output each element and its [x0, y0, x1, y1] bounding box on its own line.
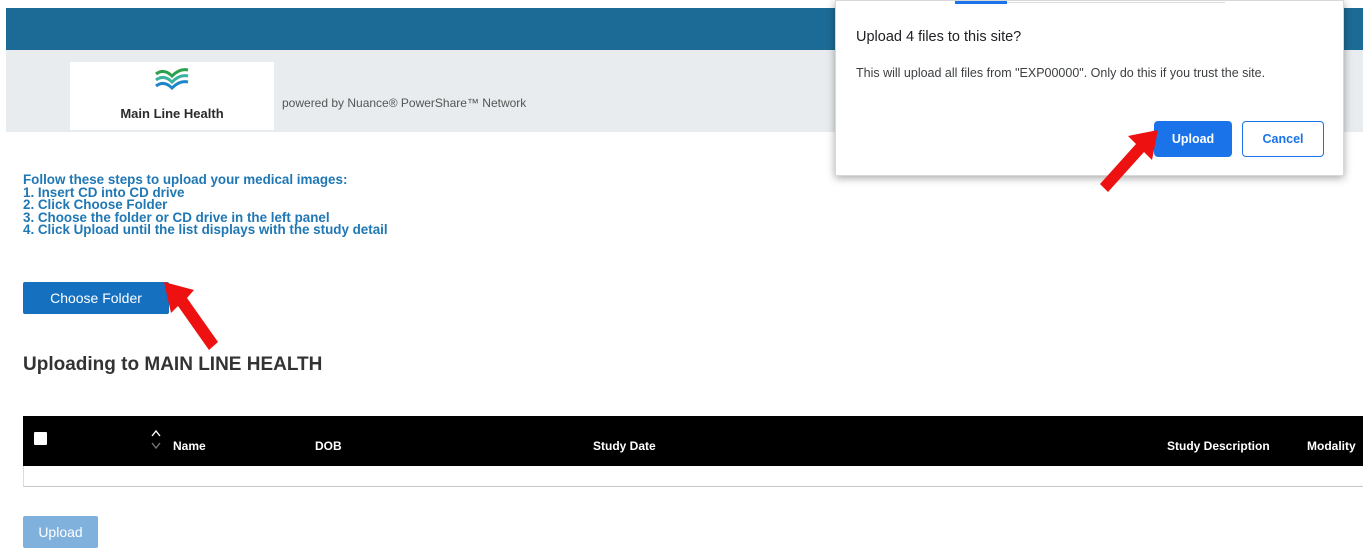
dialog-message: This will upload all files from "EXP0000… [856, 66, 1266, 80]
powered-by-text: powered by Nuance® PowerShare™ Network [282, 96, 527, 110]
logo-text: Main Line Health [120, 106, 224, 121]
logo: Main Line Health [70, 62, 274, 130]
main-line-health-logo-icon [155, 68, 189, 91]
select-all-checkbox[interactable] [34, 432, 47, 445]
dialog-tab-line [1007, 2, 1225, 3]
dialog-tab-indicator [955, 1, 1007, 4]
column-dob[interactable]: DOB [315, 439, 342, 453]
dialog-upload-button[interactable]: Upload [1154, 121, 1232, 157]
study-table-body [23, 466, 1363, 487]
column-study-description[interactable]: Study Description [1167, 439, 1270, 453]
column-name[interactable]: Name [173, 439, 206, 453]
dialog-title: Upload 4 files to this site? [856, 29, 1022, 45]
upload-destination-title: Uploading to MAIN LINE HEALTH [23, 354, 323, 375]
instruction-step: 4. Click Upload until the list displays … [23, 222, 388, 237]
column-study-date[interactable]: Study Date [593, 439, 656, 453]
sort-icon[interactable] [150, 428, 162, 452]
study-table-header: Name DOB Study Date Study Description Mo… [23, 416, 1363, 466]
annotation-arrow-icon [164, 282, 218, 350]
upload-confirm-dialog: Upload 4 files to this site? This will u… [835, 0, 1344, 176]
column-modality[interactable]: Modality [1307, 439, 1356, 453]
instructions: Follow these steps to upload your medica… [23, 173, 388, 237]
choose-folder-button[interactable]: Choose Folder [23, 282, 169, 314]
dialog-cancel-button[interactable]: Cancel [1242, 121, 1324, 157]
annotation-arrow-icon [1100, 130, 1158, 192]
upload-button[interactable]: Upload [23, 516, 98, 548]
